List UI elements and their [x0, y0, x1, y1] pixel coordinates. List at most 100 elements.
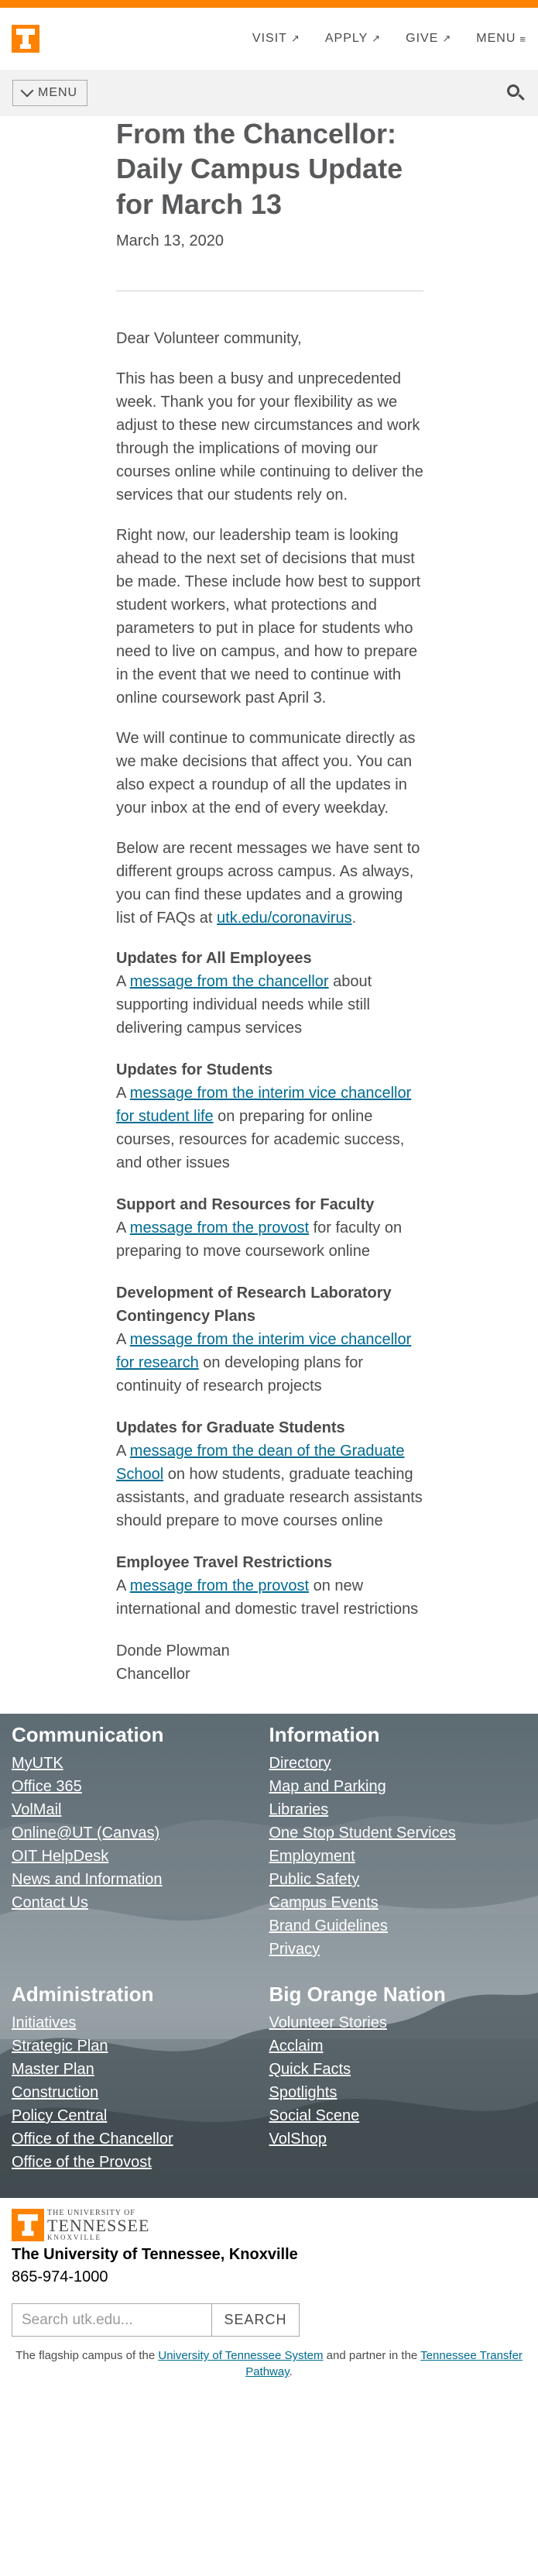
footer-link[interactable]: Contact Us [12, 1891, 269, 1914]
nav-give-label: GIVE [406, 32, 439, 45]
footer-link[interactable]: Privacy [269, 1938, 527, 1961]
paragraph: Right now, our leadership team is lookin… [116, 527, 421, 707]
footer-bottom: THE UNIVERSITY OF TENNESSEE KNOXVILLE Th… [0, 2198, 538, 2396]
footer-link[interactable]: Construction [12, 2081, 269, 2104]
section-nav-bar: MENU [0, 70, 538, 116]
section-text: A message from the provost for faculty o… [116, 1216, 423, 1263]
section-menu-button[interactable]: MENU [12, 80, 88, 106]
footer-row-2: Administration Initiatives Strategic Pla… [12, 1983, 526, 2174]
footer-link[interactable]: Policy Central [12, 2104, 269, 2127]
search-button[interactable]: SEARCH [211, 2303, 300, 2337]
article: From the Chancellor: Daily Campus Update… [0, 116, 538, 1686]
signature: Donde Plowman Chancellor [116, 1639, 423, 1686]
footer-link[interactable]: Employment [269, 1845, 527, 1868]
footer-column-administration: Administration Initiatives Strategic Pla… [12, 1983, 269, 2174]
footer-link[interactable]: Master Plan [12, 2058, 269, 2081]
search-input[interactable] [12, 2303, 211, 2337]
paragraph: This has been a busy and unprecedented w… [116, 370, 423, 504]
section-heading: Support and Resources for Faculty [116, 1196, 375, 1214]
chevron-down-icon [20, 84, 34, 98]
external-arrow-icon: ↗ [442, 33, 452, 44]
footer-link[interactable]: Strategic Plan [12, 2034, 269, 2058]
section-text: A message from the chancellor about supp… [116, 970, 423, 1040]
page-title: From the Chancellor: Daily Campus Update… [116, 118, 403, 220]
section-heading: Updates for All Employees [116, 950, 312, 968]
logo-wordmark: THE UNIVERSITY OF TENNESSEE KNOXVILLE [47, 2209, 149, 2241]
orange-top-bar [0, 0, 538, 8]
section-prefix: A [116, 1219, 130, 1237]
section-prefix: A [116, 1331, 130, 1349]
footer-link[interactable]: Map and Parking [269, 1775, 527, 1798]
footer-heading: Administration [12, 1983, 154, 2007]
nav-apply-label: APPLY [324, 32, 368, 45]
footer-link[interactable]: VolMail [12, 1798, 269, 1821]
power-t-icon [12, 2209, 44, 2242]
footer-link[interactable]: News and Information [12, 1868, 269, 1891]
nav-apply[interactable]: APPLY ↗ [325, 32, 381, 46]
paragraph-intro: Below are recent messages we have sent t… [116, 837, 423, 930]
section-heading: Updates for Graduate Students [116, 1419, 345, 1437]
footer-link[interactable]: Directory [269, 1752, 527, 1775]
site-footer: Communication MyUTK Office 365 VolMail O… [0, 1714, 538, 2199]
tagline-text: and partner in the [323, 2349, 421, 2363]
footer-link[interactable]: Quick Facts [269, 2058, 527, 2081]
footer-column-information: Information Directory Map and Parking Li… [269, 1723, 527, 1961]
nav-visit-label: VISIT [252, 32, 287, 45]
search-icon[interactable] [505, 83, 526, 103]
section-link[interactable]: message from the provost [130, 1219, 309, 1236]
section-link[interactable]: message from the provost [130, 1577, 309, 1594]
logo-line-3: KNOXVILLE [47, 2233, 101, 2241]
section-prefix: A [116, 1443, 130, 1460]
footer-link[interactable]: Office of the Provost [12, 2151, 269, 2174]
footer-link[interactable]: Campus Events [269, 1891, 527, 1914]
update-section-travel: Employee Travel Restrictions A message f… [116, 1551, 423, 1621]
footer-link[interactable]: Online@UT (Canvas) [12, 1821, 269, 1845]
section-text: A message from the interim vice chancell… [116, 1082, 423, 1175]
update-section-faculty: Support and Resources for Faculty A mess… [116, 1193, 423, 1263]
footer-link[interactable]: VolShop [269, 2127, 527, 2151]
footer-link[interactable]: Brand Guidelines [269, 1914, 527, 1938]
footer-heading: Communication [12, 1723, 164, 1747]
paragraph: Dear Volunteer community, [116, 330, 302, 348]
footer-link[interactable]: Spotlights [269, 2081, 527, 2104]
update-section-employees: Updates for All Employees A message from… [116, 947, 423, 1040]
section-link[interactable]: message from the chancellor [130, 973, 329, 990]
footer-link[interactable]: Office of the Chancellor [12, 2127, 269, 2151]
footer-link[interactable]: Public Safety [269, 1868, 527, 1891]
nav-give[interactable]: GIVE ↗ [406, 32, 451, 46]
update-section-research: Development of Research Laboratory Conti… [116, 1281, 423, 1398]
signer-title: Chancellor [116, 1666, 190, 1684]
menu-lines-icon: ≡ [519, 33, 526, 45]
footer-link[interactable]: One Stop Student Services [269, 1821, 527, 1845]
external-arrow-icon: ↗ [290, 33, 300, 44]
footer-column-big-orange-nation: Big Orange Nation Volunteer Stories Accl… [269, 1983, 527, 2174]
intro-end: . [351, 910, 357, 927]
university-phone: 865-974-1000 [12, 2268, 108, 2286]
signer-name: Donde Plowman [116, 1642, 230, 1660]
footer-column-communication: Communication MyUTK Office 365 VolMail O… [12, 1723, 269, 1961]
footer-link[interactable]: Office 365 [12, 1775, 269, 1798]
footer-link[interactable]: Social Scene [269, 2104, 527, 2127]
footer-link[interactable]: Volunteer Stories [269, 2011, 527, 2034]
nav-menu[interactable]: MENU ≡ [476, 32, 526, 46]
ut-system-link[interactable]: University of Tennessee System [158, 2349, 323, 2362]
footer-link[interactable]: Initiatives [12, 2011, 269, 2034]
section-heading: Employee Travel Restrictions [116, 1554, 333, 1572]
tagline-text: . [289, 2365, 293, 2379]
footer-link[interactable]: MyUTK [12, 1752, 269, 1775]
section-text: A message from the interim vice chancell… [116, 1328, 423, 1398]
paragraph: We will continue to communicate directly… [116, 730, 416, 817]
footer-link[interactable]: OIT HelpDesk [12, 1845, 269, 1868]
coronavirus-link[interactable]: utk.edu/coronavirus [217, 910, 352, 927]
article-date: March 13, 2020 [116, 232, 224, 250]
nav-visit[interactable]: VISIT ↗ [252, 32, 300, 46]
update-section-students: Updates for Students A message from the … [116, 1058, 423, 1175]
external-arrow-icon: ↗ [372, 33, 382, 44]
ut-power-t-logo[interactable] [12, 25, 39, 53]
section-heading: Development of Research Laboratory Conti… [116, 1285, 392, 1326]
university-name: The University of Tennessee, Knoxville [12, 2246, 298, 2264]
ut-knoxville-logo[interactable]: THE UNIVERSITY OF TENNESSEE KNOXVILLE [12, 2209, 526, 2242]
section-prefix: A [116, 1085, 130, 1102]
footer-link[interactable]: Libraries [269, 1798, 527, 1821]
footer-link[interactable]: Acclaim [269, 2034, 527, 2058]
